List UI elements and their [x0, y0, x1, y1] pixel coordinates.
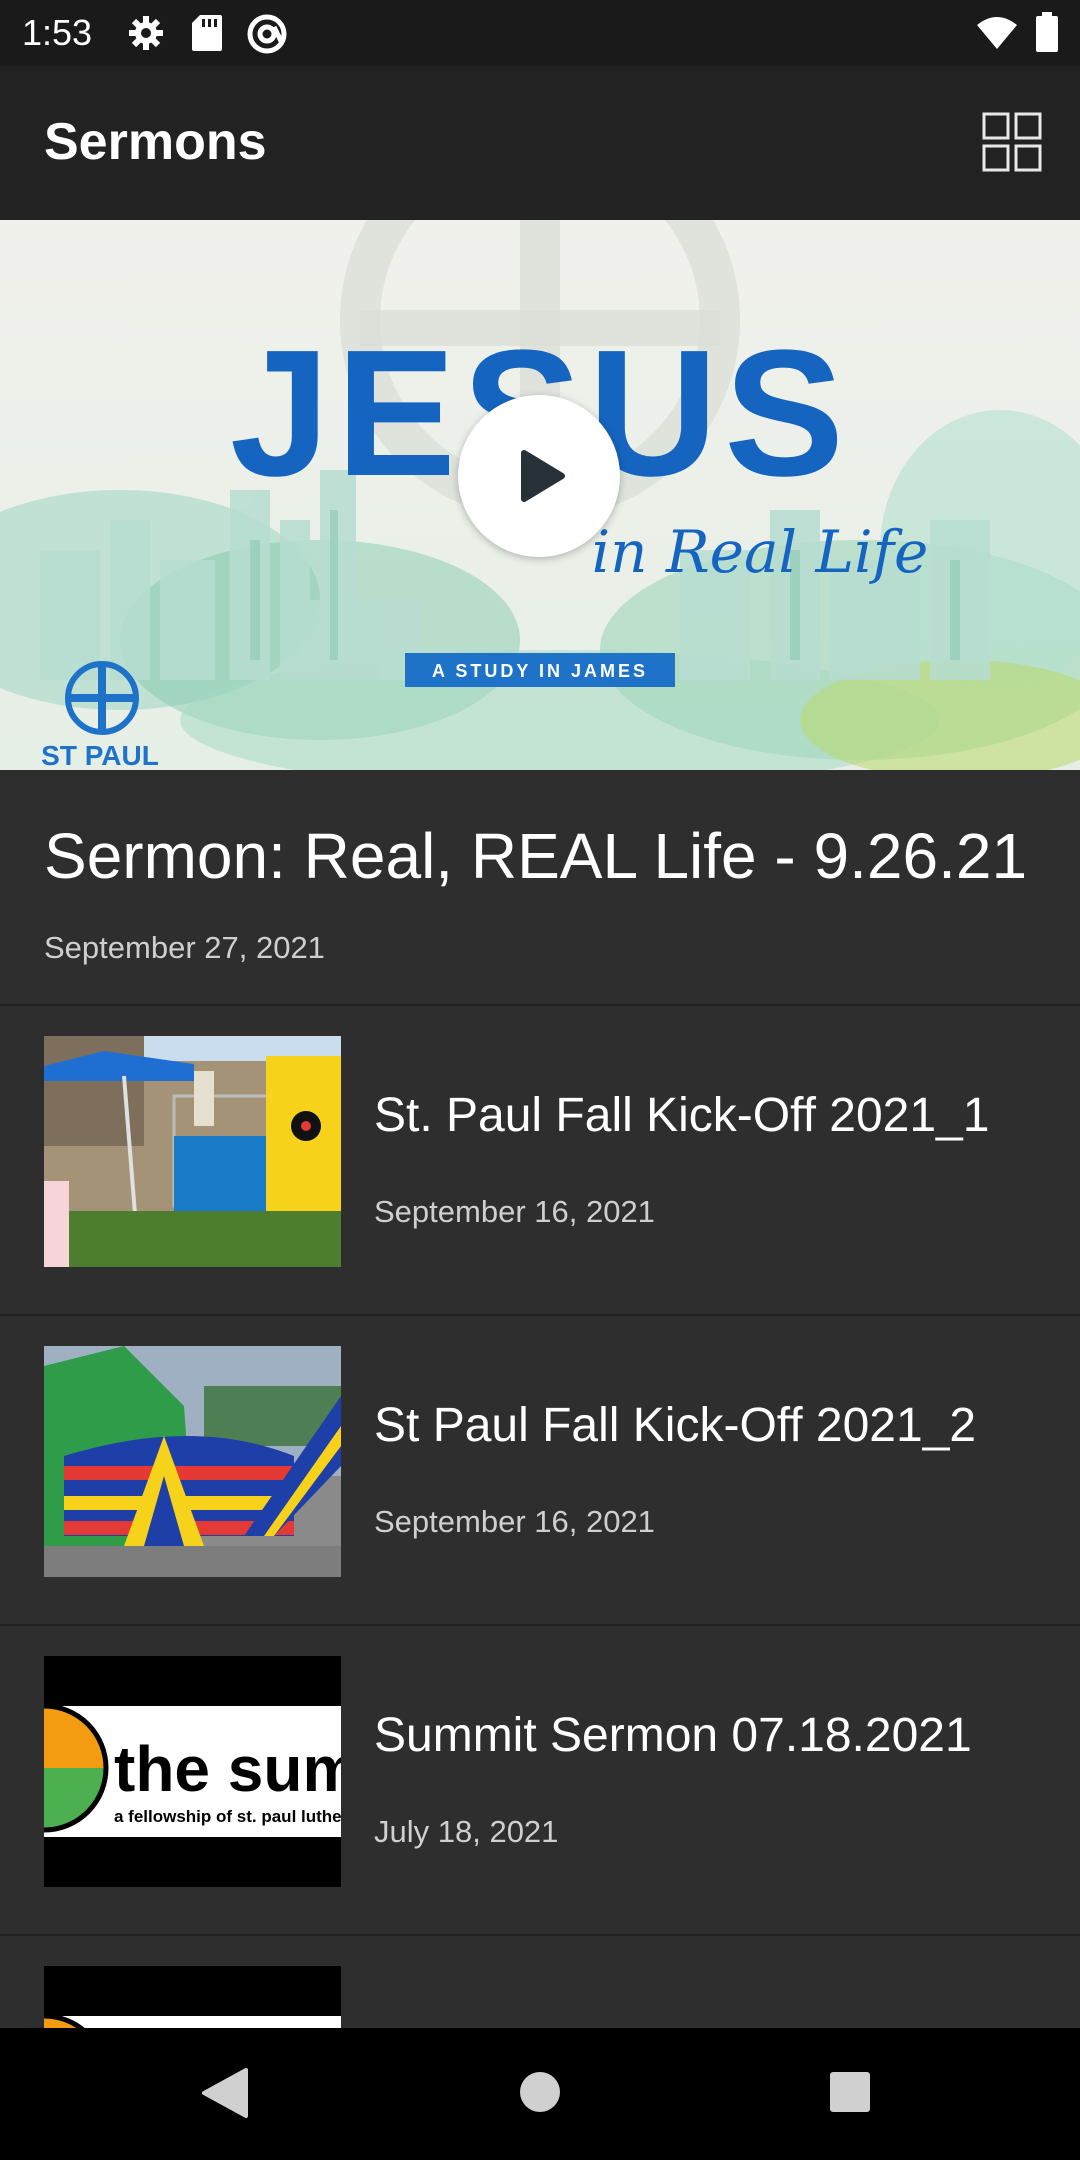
sermon-thumbnail: [44, 1966, 341, 2028]
app-bar: Sermons: [0, 66, 1080, 220]
play-icon: [521, 450, 565, 502]
battery-icon: [1036, 12, 1058, 57]
sermon-title: St Paul Fall Kick-Off 2021_2: [374, 1399, 977, 1452]
wifi-icon: [976, 15, 1018, 56]
page-title: Sermons: [44, 113, 267, 171]
thumbnail-subtext: a fellowship of st. paul lutheran: [114, 1807, 341, 1826]
artwork-subtitle: in Real Life: [592, 518, 929, 586]
status-time: 1:53: [22, 12, 93, 53]
artwork-logo: ST PAUL: [41, 740, 159, 770]
artwork-banner: A STUDY IN JAMES: [432, 661, 648, 681]
sermon-thumbnail: [44, 1346, 341, 1577]
sermon-date: September 16, 2021: [374, 1194, 655, 1229]
sd-card-icon: [190, 13, 224, 58]
grid-view-icon: [982, 112, 1042, 172]
thumbnail-text: the summ: [114, 1733, 341, 1805]
sermon-title: Summit Sermon 07.18.2021: [374, 1709, 972, 1762]
featured-sermon[interactable]: Sermon: Real, REAL Life - 9.26.21 Septem…: [0, 770, 1080, 1006]
list-item[interactable]: St. Paul Fall Kick-Off 2021_1 September …: [0, 1006, 1080, 1314]
play-button[interactable]: [458, 395, 620, 557]
list-item[interactable]: St Paul Fall Kick-Off 2021_2 September 1…: [0, 1316, 1080, 1624]
settings-icon: [126, 13, 166, 58]
list-item[interactable]: [0, 1936, 1080, 2028]
status-bar: 1:53: [0, 0, 1080, 66]
featured-sermon-title: Sermon: Real, REAL Life - 9.26.21: [44, 820, 1028, 892]
sermon-title: St. Paul Fall Kick-Off 2021_1: [374, 1089, 990, 1142]
navigation-bar: [0, 2028, 1080, 2160]
sermon-date: July 18, 2021: [374, 1814, 559, 1849]
sermon-date: September 16, 2021: [374, 1504, 655, 1539]
sermon-thumbnail: the summ a fellowship of st. paul luther…: [44, 1656, 341, 1887]
featured-sermon-artwork[interactable]: JESUS in Real Life A STUDY IN JAMES ST P…: [0, 220, 1080, 770]
sermon-thumbnail: [44, 1036, 341, 1267]
back-icon[interactable]: [200, 2066, 250, 2125]
recents-icon[interactable]: [828, 2070, 872, 2119]
grid-view-button[interactable]: [982, 112, 1042, 172]
featured-sermon-date: September 27, 2021: [44, 930, 325, 965]
home-icon[interactable]: [518, 2070, 562, 2119]
at-sign-icon: [246, 13, 288, 60]
list-item[interactable]: the summ a fellowship of st. paul luther…: [0, 1626, 1080, 1934]
